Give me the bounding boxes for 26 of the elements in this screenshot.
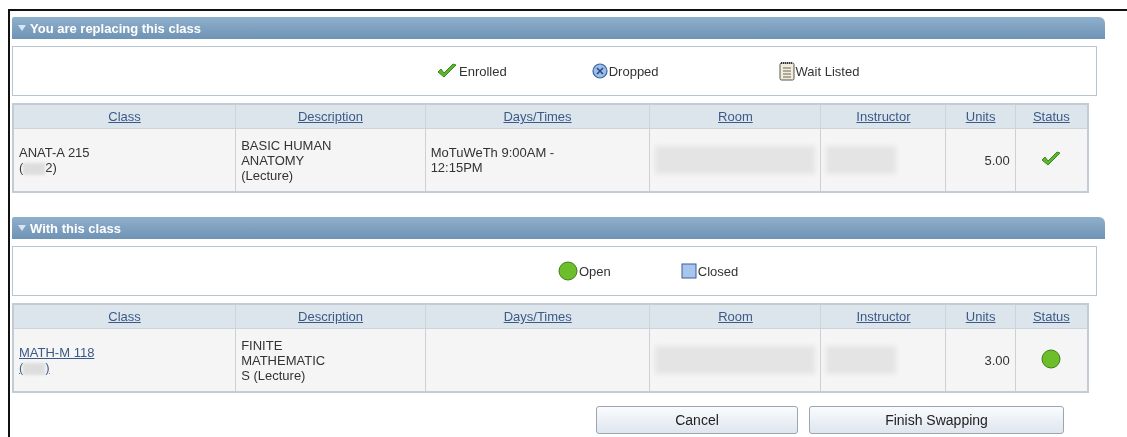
column-header[interactable]: Room xyxy=(718,109,753,124)
class-link[interactable]: MATH-M 118 xyxy=(19,345,95,360)
legend-label: Open xyxy=(579,263,611,279)
legend-label: Wait Listed xyxy=(795,63,860,79)
square-icon xyxy=(680,263,697,279)
column-header[interactable]: Class xyxy=(108,309,141,324)
column-header[interactable]: Days/Times xyxy=(503,109,572,124)
legend-label: Dropped xyxy=(608,63,659,79)
x-circle-icon xyxy=(591,63,608,79)
column-header[interactable]: Days/Times xyxy=(503,309,572,324)
finish-swapping-button[interactable]: Finish Swapping xyxy=(809,406,1064,434)
column-header[interactable]: Room xyxy=(718,309,753,324)
class-name: ANAT-A 215 xyxy=(19,145,90,160)
units-value: 5.00 xyxy=(984,152,1010,168)
legend-label: Closed xyxy=(697,263,739,279)
units-value: 3.00 xyxy=(984,352,1010,368)
circle-icon xyxy=(558,261,578,281)
legend-label: Enrolled xyxy=(459,63,507,79)
class-description: FINITE MATHEMATIC S (Lecture) xyxy=(241,337,326,383)
checkmark-icon xyxy=(436,63,458,79)
class-schedule: MoTuWeTh 9:00AM - 12:15PM xyxy=(430,145,555,175)
class-number: ( 2) xyxy=(19,160,57,175)
cancel-button[interactable]: Cancel xyxy=(596,406,798,434)
column-header[interactable]: Class xyxy=(108,109,141,124)
class-description: BASIC HUMAN ANATOMY (Lecture) xyxy=(241,137,332,183)
notepad-icon xyxy=(778,61,795,81)
